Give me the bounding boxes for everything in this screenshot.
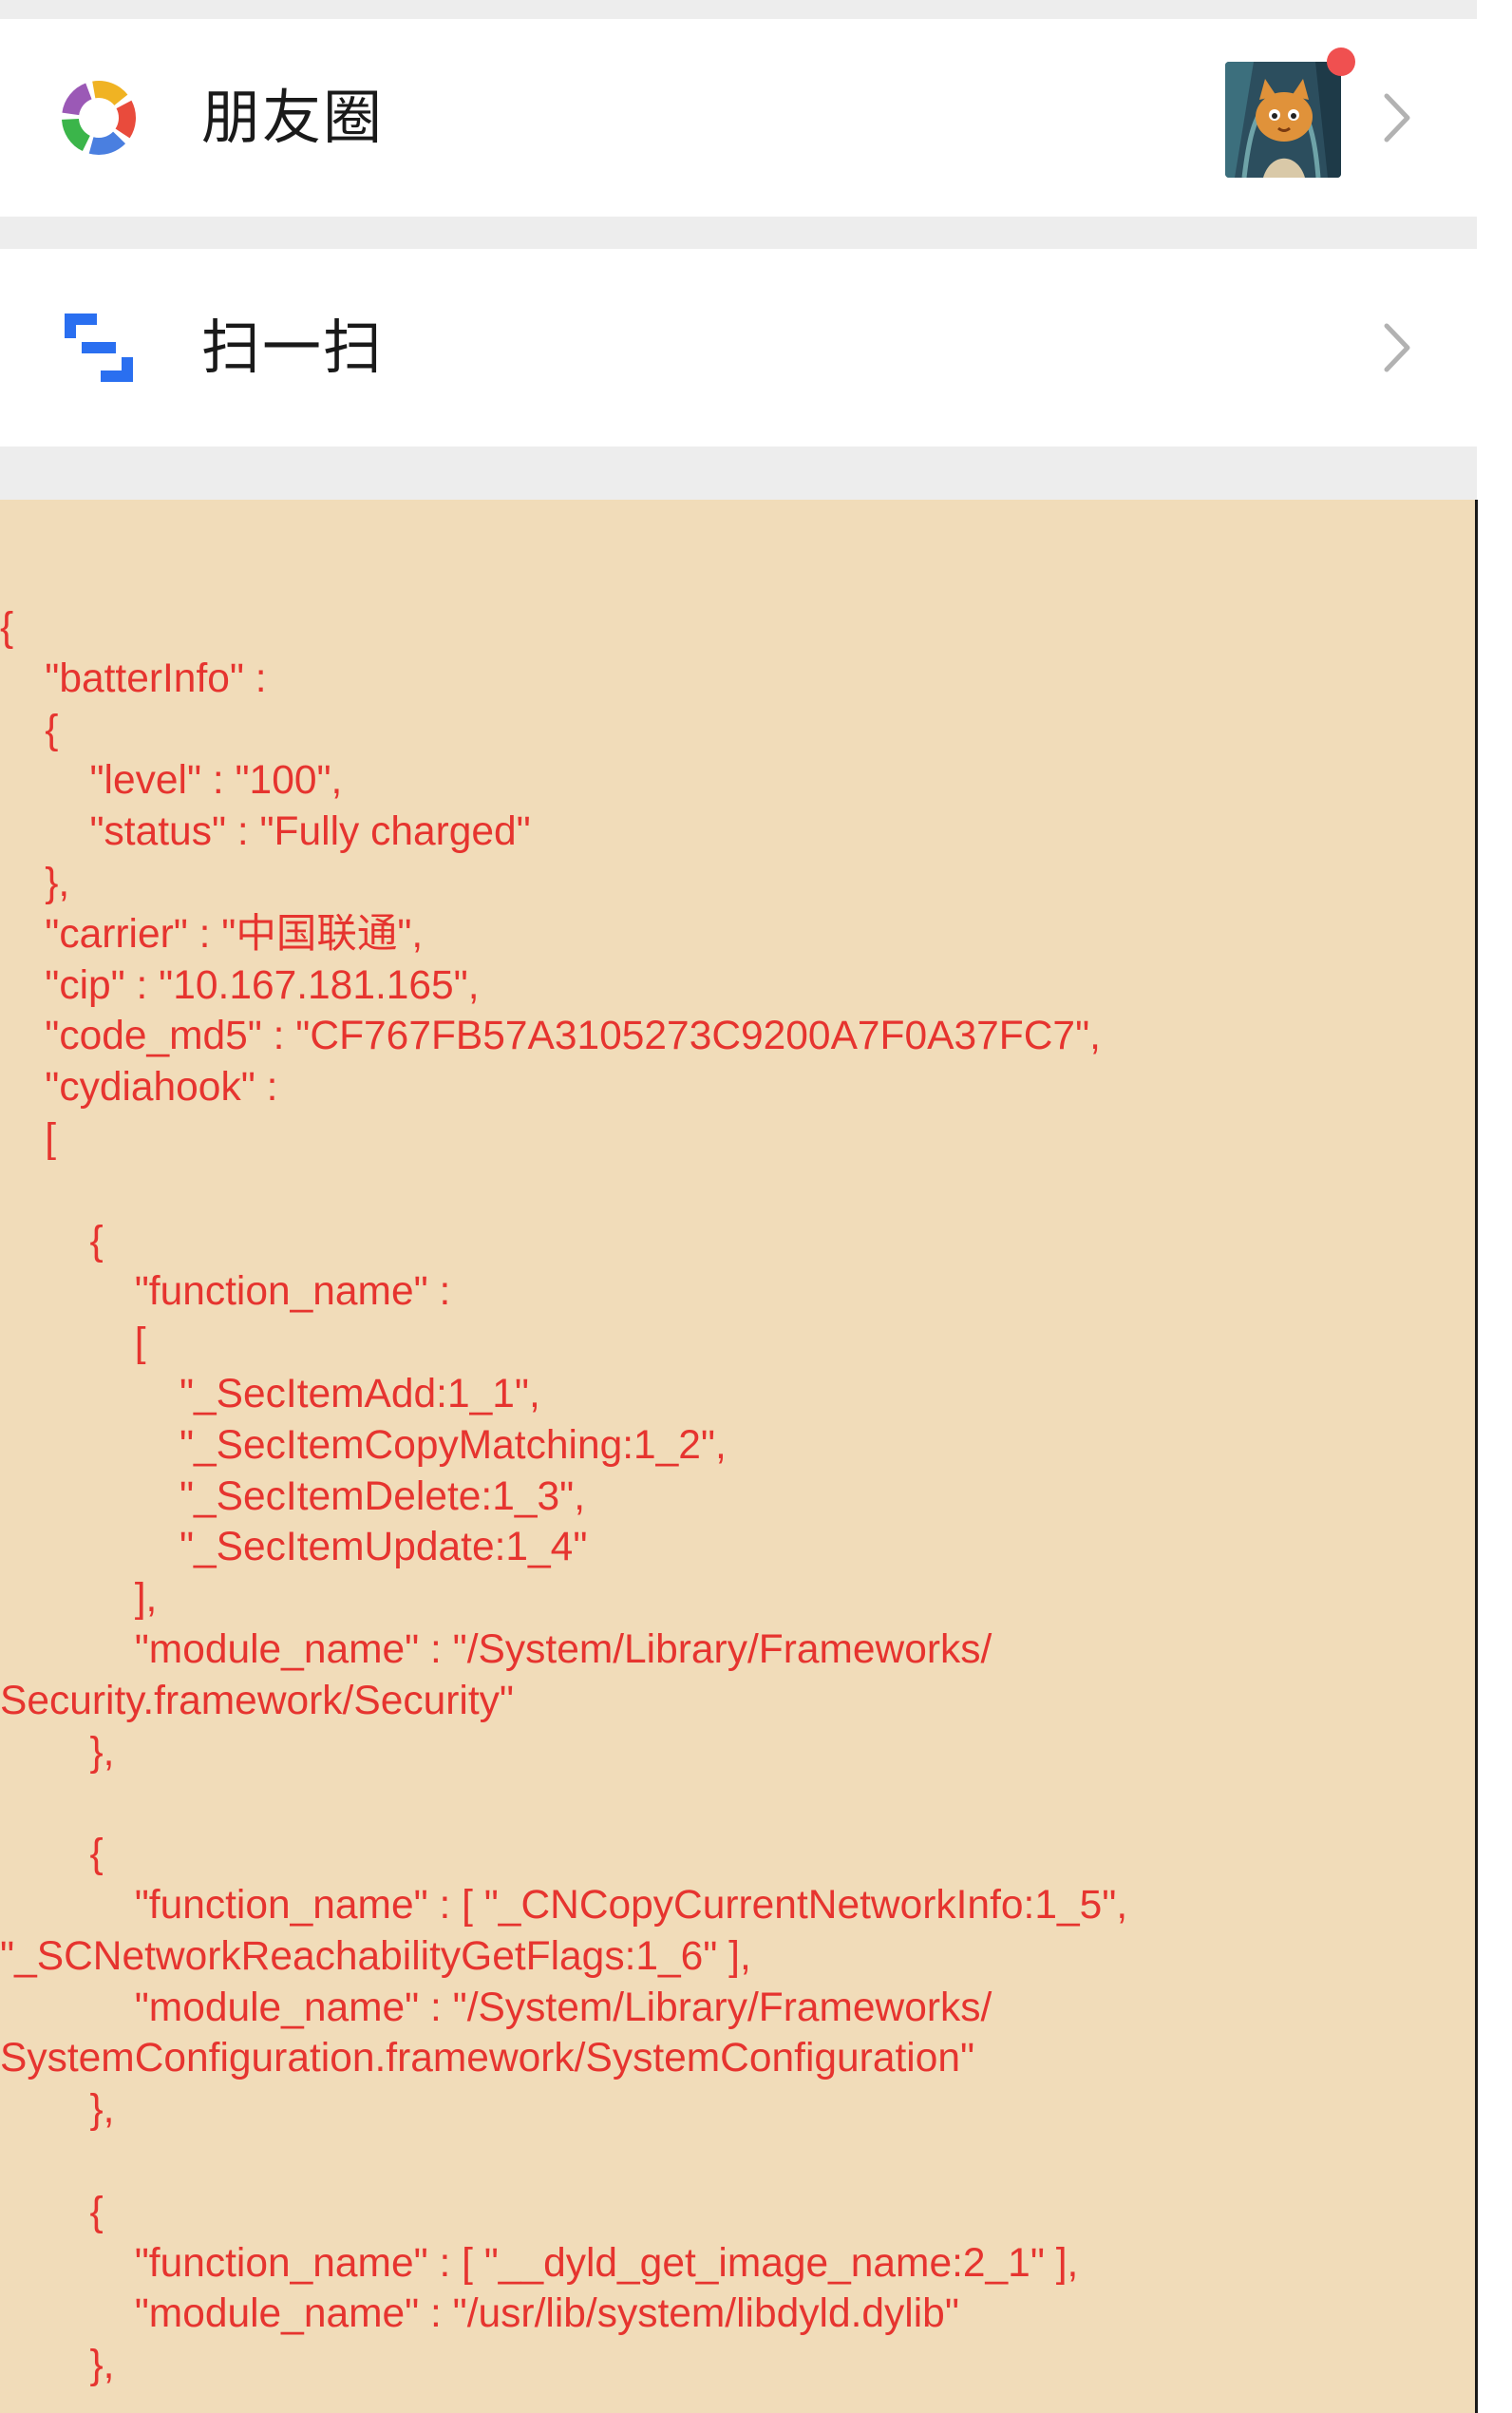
json-line: "level" : "100", [0,758,343,804]
json-line: "_SecItemCopyMatching:1_2", [0,1422,727,1468]
json-line: [ [0,1320,146,1366]
json-line: "batterInfo" : [0,656,267,701]
json-line: { [0,707,59,752]
chevron-right-icon [1384,323,1410,372]
json-line: [ [0,1115,57,1161]
moments-latest-thumbnail [1225,62,1341,178]
json-line: }, [0,1729,115,1775]
json-line: "status" : "Fully charged" [0,809,531,855]
json-line: "code_md5" : "CF767FB57A3105273C9200A7F0… [0,1014,1101,1059]
json-line: "_SecItemUpdate:1_4" [0,1525,588,1570]
new-post-dot [1327,48,1355,76]
device-info-json-panel: { "batterInfo" : { "level" : "100", "sta… [0,500,1478,2413]
json-line: "_SCNetworkReachabilityGetFlags:1_6" ], [0,1933,751,1979]
json-line: "cydiahook" : [0,1065,278,1111]
json-line: "module_name" : "/System/Library/Framewo… [0,1985,992,2030]
json-line: "_SecItemAdd:1_1", [0,1371,540,1416]
json-line: { [0,1832,104,1877]
menu-item-scan[interactable]: 扫一扫 [0,249,1477,446]
json-line: }, [0,2343,115,2388]
menu-label-scan: 扫一扫 [201,313,385,382]
json-line: "cip" : "10.167.181.165", [0,962,480,1008]
menu-label-moments: 朋友圈 [201,83,385,152]
json-line: ], [0,1576,158,1622]
json-line: }, [0,2087,115,2133]
json-text-block: { "batterInfo" : { "level" : "100", "sta… [0,602,1127,2391]
json-line: SystemConfiguration.framework/SystemConf… [0,2036,975,2081]
chevron-right-icon [1384,93,1410,142]
json-line: "carrier" : "中国联通", [0,911,424,957]
scan-icon [65,314,133,382]
json-line: "module_name" : "/System/Library/Framewo… [0,1626,992,1672]
json-line: Security.framework/Security" [0,1678,514,1723]
json-line: { [0,1218,104,1264]
json-line: }, [0,860,70,905]
json-line: { [0,605,14,650]
json-line: "_SecItemDelete:1_3", [0,1473,586,1519]
json-line: "function_name" : [0,1269,451,1315]
json-line: "function_name" : [ "__dyld_get_image_na… [0,2240,1079,2286]
menu-item-moments[interactable]: 朋友圈 [0,19,1477,217]
right-edge-strip [1477,0,1512,2413]
json-line: { [0,2189,104,2234]
json-line: "module_name" : "/usr/lib/system/libdyld… [0,2291,959,2337]
json-line: "function_name" : [ "_CNCopyCurrentNetwo… [0,1882,1128,1928]
moments-aperture-icon [62,81,136,155]
